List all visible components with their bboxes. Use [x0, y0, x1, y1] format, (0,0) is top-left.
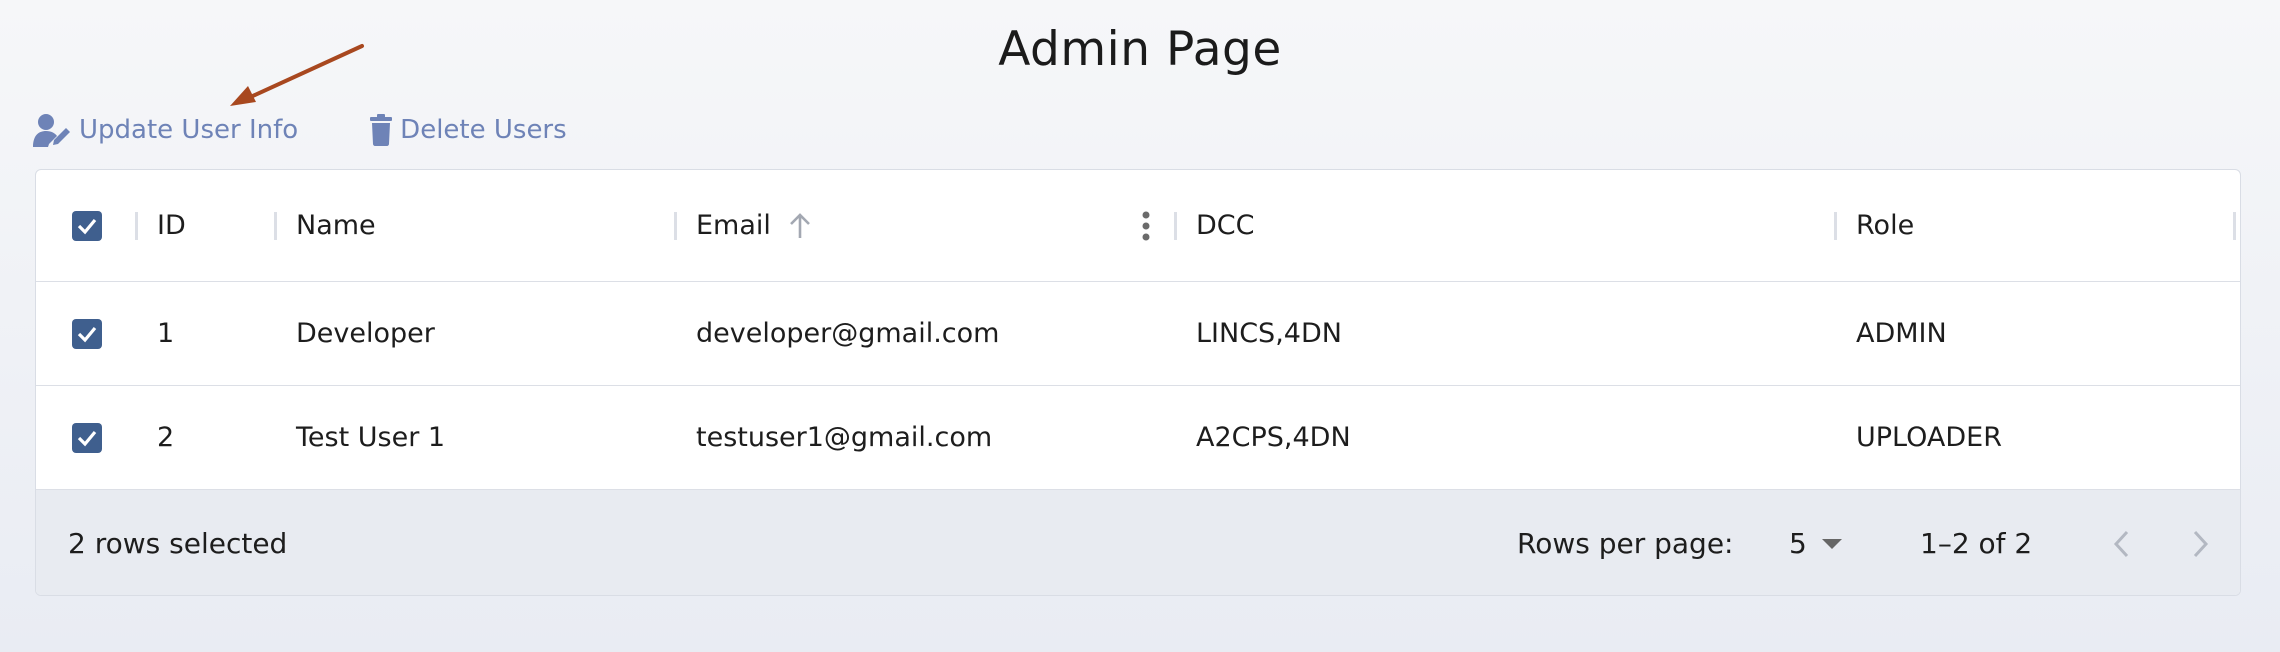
- rows-per-page-label: Rows per page:: [1517, 527, 1734, 560]
- cell-name: Test User 1: [296, 422, 446, 453]
- pagination-range: 1–2 of 2: [1920, 527, 2033, 560]
- column-separator[interactable]: [1174, 212, 1177, 240]
- check-icon: [77, 430, 97, 446]
- column-header-dcc[interactable]: DCC: [1196, 170, 1255, 281]
- caret-down-icon: [1821, 538, 1842, 549]
- rows-per-page-value: 5: [1789, 527, 1807, 560]
- selected-count: 2 rows selected: [68, 527, 288, 560]
- check-icon: [77, 326, 97, 342]
- arrow-up-icon[interactable]: [787, 212, 813, 240]
- cell-email: testuser1@gmail.com: [696, 422, 993, 453]
- update-user-info-label: Update User Info: [79, 115, 299, 145]
- column-header-role[interactable]: Role: [1856, 170, 1914, 281]
- row-checkbox[interactable]: [72, 422, 102, 453]
- cell-dcc: LINCS,4DN: [1196, 318, 1342, 349]
- cell-email: developer@gmail.com: [696, 318, 1000, 349]
- delete-users-button[interactable]: Delete Users: [368, 114, 567, 146]
- annotation-arrow-icon: [230, 44, 364, 106]
- table-row[interactable]: 1 Developer developer@gmail.com LINCS,4D…: [36, 282, 2240, 386]
- select-all-checkbox[interactable]: [72, 210, 102, 241]
- toolbar: Update User Info Delete Users: [33, 108, 567, 152]
- cell-name: Developer: [296, 318, 435, 349]
- column-separator[interactable]: [674, 212, 677, 240]
- cell-id: 1: [157, 318, 175, 349]
- chevron-right-icon: [2193, 530, 2209, 557]
- column-header-email[interactable]: Email: [696, 170, 813, 281]
- row-checkbox[interactable]: [72, 318, 102, 349]
- select-all-cell: [72, 170, 102, 281]
- column-header-email-label: Email: [696, 210, 771, 241]
- person-edit-icon: [33, 114, 70, 147]
- cell-role: UPLOADER: [1856, 422, 2002, 453]
- vertical-dots-icon[interactable]: [1139, 210, 1153, 242]
- next-page-button[interactable]: [2189, 490, 2213, 595]
- row-checkbox-cell: [72, 386, 102, 489]
- table-header-row: ID Name Email DCC Role: [36, 170, 2240, 282]
- table-row[interactable]: 2 Test User 1 testuser1@gmail.com A2CPS,…: [36, 386, 2240, 490]
- row-checkbox-cell: [72, 282, 102, 385]
- column-separator[interactable]: [274, 212, 277, 240]
- cell-role: ADMIN: [1856, 318, 1947, 349]
- column-separator[interactable]: [135, 212, 138, 240]
- cell-id: 2: [157, 422, 175, 453]
- trash-icon: [370, 114, 393, 146]
- delete-users-label: Delete Users: [400, 115, 567, 145]
- column-separator[interactable]: [2233, 212, 2236, 240]
- users-table: ID Name Email DCC Role 1 Developer devel…: [35, 169, 2241, 596]
- column-header-id[interactable]: ID: [157, 170, 186, 281]
- check-icon: [77, 218, 97, 234]
- update-user-info-button[interactable]: Update User Info: [33, 113, 298, 147]
- previous-page-button[interactable]: [2109, 490, 2133, 595]
- rows-per-page-select[interactable]: 5: [1789, 490, 1843, 595]
- column-separator[interactable]: [1834, 212, 1837, 240]
- table-footer: 2 rows selected Rows per page: 5 1–2 of …: [36, 490, 2240, 595]
- chevron-left-icon: [2113, 530, 2129, 557]
- cell-dcc: A2CPS,4DN: [1196, 422, 1351, 453]
- column-header-name[interactable]: Name: [296, 170, 376, 281]
